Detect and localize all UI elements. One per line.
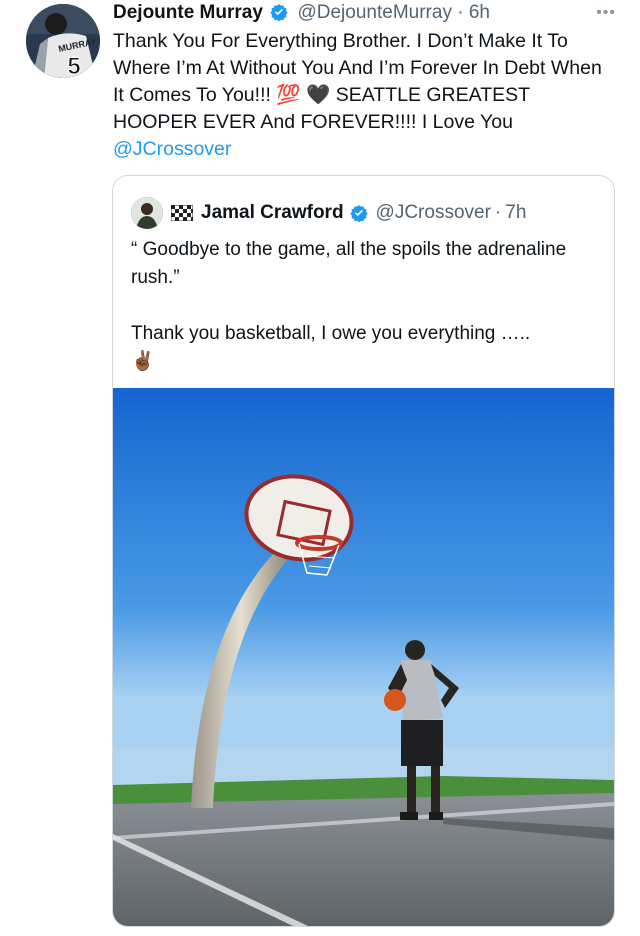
sky [113, 388, 614, 788]
avatar-jersey-image: MURRAY 5 [26, 4, 100, 78]
quoted-verified-badge-icon [349, 205, 368, 222]
more-options-icon[interactable]: ••• [596, 4, 616, 22]
quoted-tweet-header: Jamal Crawford @JCrossover · 7h [131, 196, 526, 230]
quoted-tweet-timestamp[interactable]: 7h [505, 202, 526, 224]
tweet-timestamp[interactable]: 6h [469, 2, 490, 23]
quoted-tweet-photo[interactable] [113, 388, 614, 926]
author-avatar[interactable]: MURRAY 5 [26, 4, 100, 78]
quoted-text-line-2: Thank you basketball, I owe you everythi… [131, 323, 531, 344]
avatar-jersey-number: 5 [67, 53, 80, 78]
quoted-avatar-image [131, 197, 163, 229]
verified-badge-icon [270, 4, 288, 21]
quoted-author-avatar[interactable] [131, 197, 163, 229]
tweet-text: Thank You For Everything Brother. I Don’… [113, 30, 602, 133]
header-separator: · [457, 2, 464, 23]
quoted-author-handle[interactable]: @JCrossover [376, 202, 491, 224]
quoted-author-name[interactable]: Jamal Crawford [201, 202, 344, 224]
tweet-body: Thank You For Everything Brother. I Don’… [113, 28, 613, 163]
quoted-header-separator: · [494, 202, 502, 223]
author-handle[interactable]: @DejounteMurray [297, 2, 451, 23]
court-surface [113, 793, 614, 926]
author-name[interactable]: Dejounte Murray [113, 2, 263, 23]
quoted-tweet[interactable]: Jamal Crawford @JCrossover · 7h “ Goodby… [112, 175, 615, 927]
quoted-text-line-1: “ Goodbye to the game, all the spoils th… [131, 239, 567, 288]
tweet-header: Dejounte Murray @DejounteMurray · 6h [113, 2, 616, 26]
checkered-flag-icon [171, 205, 193, 221]
peace-sign-emoji: ✌🏾 [131, 351, 155, 372]
mention-link[interactable]: @JCrossover [113, 138, 231, 160]
quoted-tweet-body: “ Goodbye to the game, all the spoils th… [131, 236, 601, 376]
